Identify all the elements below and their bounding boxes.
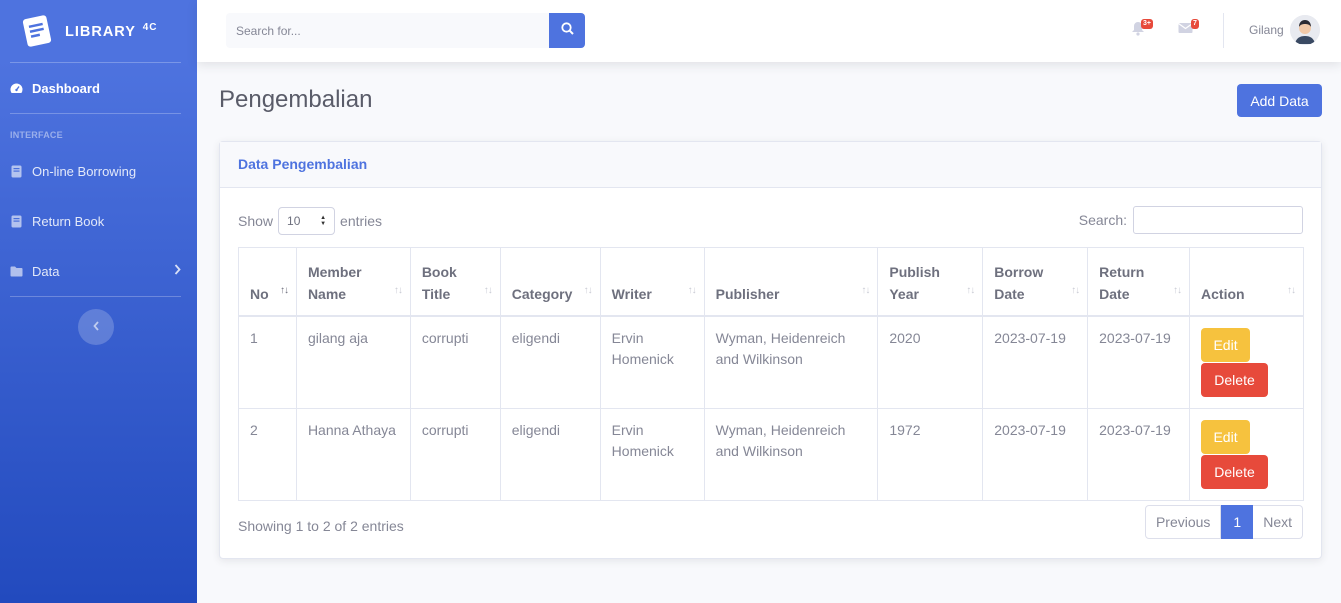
add-data-button[interactable]: Add Data — [1237, 84, 1322, 117]
sort-icon: ↑↓ — [861, 284, 870, 296]
edit-button[interactable]: Edit — [1201, 327, 1251, 362]
chevron-right-icon — [174, 264, 181, 278]
sort-icon: ↑↓ — [1287, 284, 1296, 296]
cell-no: 2 — [238, 407, 297, 501]
brand-name: LIBRARY 4C — [65, 22, 158, 40]
sort-icon: ↑↓ — [393, 284, 403, 296]
sidebar-toggle-button[interactable] — [78, 309, 114, 345]
sidebar-item-label: Return Book — [32, 213, 105, 229]
messages-badge: 7 — [1191, 19, 1199, 29]
alerts-button[interactable]: 3+ — [1131, 19, 1153, 39]
entries-length: Show 10 ▲ ▼ entries — [238, 207, 382, 235]
cell-category: eligendi — [499, 407, 601, 501]
cell-title: corrupti — [409, 315, 501, 409]
sidebar-item-online-borrowing[interactable]: On-line Borrowing — [0, 146, 197, 196]
cell-writer: Ervin Homenick — [599, 315, 705, 409]
cell-member: gilang aja — [295, 315, 411, 409]
sort-icon: ↑↓ — [1071, 284, 1080, 296]
sort-icon: ↑↓ — [583, 284, 593, 296]
table-row: 2 Hanna Athaya corrupti eligendi Ervin H… — [238, 407, 1304, 501]
cell-member: Hanna Athaya — [295, 407, 411, 501]
cell-title: corrupti — [409, 407, 501, 501]
delete-button[interactable]: Delete — [1201, 454, 1269, 489]
search-input[interactable] — [226, 13, 549, 48]
cell-category: eligendi — [499, 315, 601, 409]
table-search-input[interactable] — [1133, 206, 1303, 234]
column-header[interactable]: Writer ↑↓ — [599, 247, 705, 317]
data-card: Data Pengembalian Show 10 ▲ ▼ entries Sea… — [219, 141, 1322, 559]
page-1-button[interactable]: 1 — [1221, 505, 1254, 539]
tachometer-icon — [10, 82, 23, 95]
search-label: Search: — [1078, 212, 1127, 228]
cell-year: 2020 — [877, 315, 984, 409]
cell-publisher: Wyman, Heidenreich and Wilkinson — [703, 407, 879, 501]
column-header[interactable]: Member Name ↑↓ — [295, 247, 411, 317]
pagination: Previous 1 Next — [1144, 505, 1303, 539]
avatar[interactable] — [1290, 15, 1320, 45]
cell-action: Edit Delete — [1189, 407, 1304, 501]
sidebar-item-return-book[interactable]: Return Book — [0, 196, 197, 246]
table-search: Search: — [1079, 206, 1303, 234]
sort-icon: ↑↓ — [279, 284, 289, 296]
sidebar-item-label: Data — [32, 263, 60, 279]
topbar: 3+ 7 Gilang — [197, 0, 1341, 62]
brand[interactable]: LIBRARY 4C — [0, 0, 197, 62]
entries-select[interactable]: 10 ▲ ▼ — [278, 207, 336, 235]
book-icon — [10, 165, 23, 178]
column-header[interactable]: Return Date ↑↓ — [1087, 247, 1191, 317]
sidebar-divider — [10, 296, 181, 297]
book-icon — [10, 215, 23, 228]
column-header[interactable]: Book Title ↑↓ — [409, 247, 501, 317]
edit-button[interactable]: Edit — [1201, 419, 1251, 454]
cell-return-date: 2023-07-19 — [1087, 315, 1191, 409]
cell-writer: Ervin Homenick — [599, 407, 705, 501]
topbar-divider — [1223, 13, 1224, 48]
user-name[interactable]: Gilang — [1249, 23, 1284, 37]
sidebar-item-dashboard[interactable]: Dashboard — [0, 63, 197, 113]
page-title: Pengembalian — [219, 86, 373, 113]
cell-return-date: 2023-07-19 — [1087, 407, 1191, 501]
column-header[interactable]: Publish Year ↑↓ — [877, 247, 984, 317]
entries-label: entries — [340, 213, 383, 229]
column-header[interactable]: Action ↑↓ — [1189, 247, 1304, 317]
next-page-button[interactable]: Next — [1253, 505, 1303, 539]
sidebar-item-label: On-line Borrowing — [32, 163, 137, 179]
column-header[interactable]: Category ↑↓ — [499, 247, 601, 317]
select-arrows-icon: ▲ ▼ — [320, 215, 327, 227]
column-header[interactable]: Borrow Date ↑↓ — [982, 247, 1089, 317]
sort-icon: ↑↓ — [1173, 284, 1182, 296]
sidebar-heading: INTERFACE — [10, 130, 63, 140]
sidebar: LIBRARY 4C Dashboard INTERFACE On-line B… — [0, 0, 197, 603]
entries-value: 10 — [287, 214, 301, 228]
sort-icon: ↑↓ — [483, 284, 493, 296]
sidebar-item-data[interactable]: Data — [0, 246, 197, 296]
search-icon — [560, 21, 574, 40]
sort-icon: ↑↓ — [687, 284, 697, 296]
sort-icon: ↑↓ — [966, 284, 975, 296]
cell-no: 1 — [238, 315, 297, 409]
data-table: No ↑↓ Member Name ↑↓ Book Title ↑↓ Category… — [238, 247, 1304, 501]
card-title: Data Pengembalian — [220, 142, 1321, 188]
show-label: Show — [238, 213, 274, 229]
alerts-badge: 3+ — [1141, 19, 1153, 29]
topbar-search — [226, 13, 585, 48]
sidebar-item-label: Dashboard — [32, 80, 100, 96]
column-header[interactable]: No ↑↓ — [238, 247, 297, 317]
cell-year: 1972 — [877, 407, 984, 501]
book-logo-icon — [19, 12, 55, 50]
delete-button[interactable]: Delete — [1201, 362, 1269, 397]
messages-button[interactable]: 7 — [1178, 19, 1199, 39]
table-info: Showing 1 to 2 of 2 entries — [238, 518, 404, 534]
column-header[interactable]: Publisher ↑↓ — [703, 247, 879, 317]
cell-borrow-date: 2023-07-19 — [982, 315, 1089, 409]
chevron-left-icon — [92, 318, 100, 336]
folder-icon — [10, 265, 23, 278]
table-header-row: No ↑↓ Member Name ↑↓ Book Title ↑↓ Category… — [238, 247, 1304, 317]
cell-action: Edit Delete — [1189, 315, 1304, 409]
search-button[interactable] — [549, 13, 585, 48]
cell-borrow-date: 2023-07-19 — [982, 407, 1089, 501]
cell-publisher: Wyman, Heidenreich and Wilkinson — [703, 315, 879, 409]
table-row: 1 gilang aja corrupti eligendi Ervin Hom… — [238, 315, 1304, 409]
previous-page-button[interactable]: Previous — [1144, 505, 1222, 539]
